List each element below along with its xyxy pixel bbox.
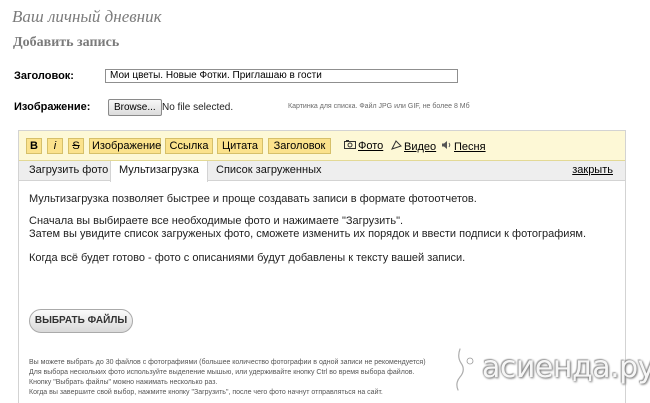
title-input[interactable]: Мои цветы. Новые Фотки. Приглашаю в гост…: [105, 69, 458, 83]
editor-toolbar: B i S Изображение Ссылка Цитата Заголово…: [19, 131, 625, 161]
file-status: No file selected.: [162, 102, 234, 113]
upload-tabs: Загрузить фото Мультизагрузка Список заг…: [19, 161, 625, 182]
quote-button[interactable]: Цитата: [217, 138, 263, 154]
image-label: Изображение:: [14, 101, 91, 113]
watermark-logo-icon: [453, 346, 474, 393]
tab-multiupload[interactable]: Мультизагрузка: [110, 161, 208, 182]
step-text-2: Затем вы увидите список загруженых фото,…: [29, 228, 587, 240]
song-link-label: Песня: [454, 141, 486, 153]
step-text-1: Сначала вы выбираете все необходимые фот…: [29, 215, 404, 227]
song-link[interactable]: Песня: [441, 140, 486, 153]
link-button[interactable]: Ссылка: [165, 138, 213, 154]
note-line: Для выбора нескольких фото используйте в…: [29, 369, 415, 376]
result-text: Когда всё будет готово - фото с описания…: [29, 252, 466, 264]
intro-text: Мультизагрузка позволяет быстрее и проще…: [29, 193, 477, 205]
image-button[interactable]: Изображение: [89, 138, 161, 154]
select-files-button[interactable]: ВЫБРАТЬ ФАЙЛЫ: [29, 309, 133, 333]
watermark: асиенда.ру: [448, 343, 650, 397]
browse-button[interactable]: Browse...: [108, 99, 162, 116]
italic-button[interactable]: i: [47, 138, 63, 154]
photo-link-label: Фото: [358, 140, 384, 152]
watermark-text: асиенда.ру: [482, 350, 650, 385]
note-line: Вы можете выбрать до 30 файлов с фотогра…: [29, 359, 426, 366]
title-label: Заголовок:: [14, 70, 74, 82]
tab-uploaded-list[interactable]: Список загруженных: [208, 161, 329, 181]
note-line: Кнопку "Выбрать файлы" можно нажимать не…: [29, 379, 218, 386]
page-subtitle: Добавить запись: [13, 35, 120, 50]
file-hint: Картинка для списка. Файл JPG или GIF, н…: [288, 103, 470, 110]
heading-button[interactable]: Заголовок: [268, 138, 331, 154]
close-link[interactable]: закрыть: [572, 164, 613, 176]
strike-button[interactable]: S: [68, 138, 84, 154]
photo-link[interactable]: Фото: [344, 140, 383, 152]
note-line: Когда вы завершите свой выбор, нажмите к…: [29, 389, 383, 396]
bold-button[interactable]: B: [26, 138, 42, 154]
video-link-label: Видео: [404, 141, 437, 153]
tab-upload-photo[interactable]: Загрузить фото: [21, 161, 116, 181]
video-icon: [391, 140, 402, 153]
speaker-icon: [441, 140, 452, 153]
page-title: Ваш личный дневник: [12, 7, 162, 26]
camera-icon: [344, 140, 356, 152]
video-link[interactable]: Видео: [391, 140, 436, 153]
